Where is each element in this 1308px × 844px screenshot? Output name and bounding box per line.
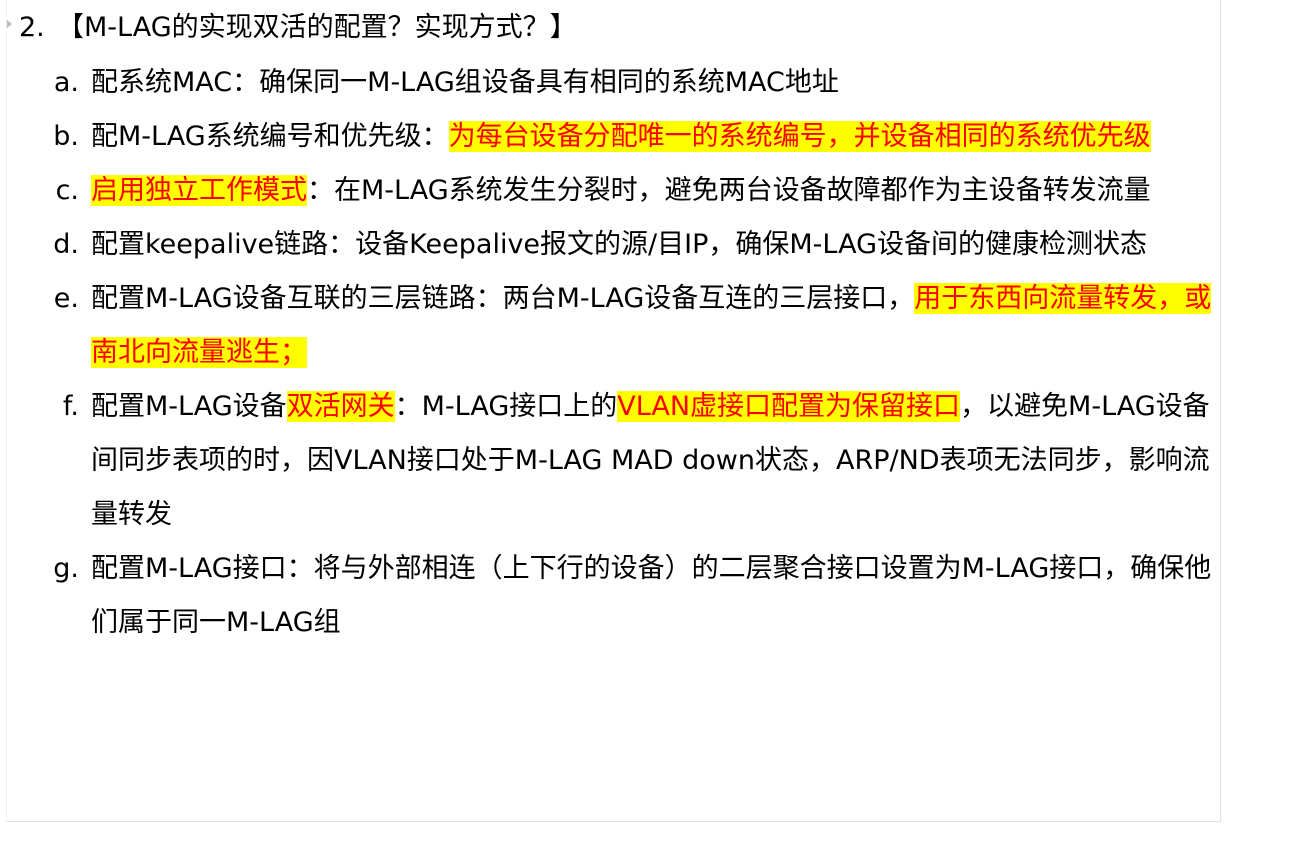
list-item: g. 配置M-LAG接口：将与外部相连（上下行的设备）的二层聚合接口设置为M-LA… (7, 542, 1219, 650)
list-item-text: 配置M-LAG设备互联的三层链路：两台M-LAG设备互连的三层接口， (91, 283, 915, 314)
highlighted-text: 双活网关 (286, 391, 395, 422)
list-item: b. 配M-LAG系统编号和优先级：为每台设备分配唯一的系统编号，并设备相同的系统… (7, 110, 1219, 164)
list-item-text: ：M-LAG接口上的 (394, 391, 618, 422)
list-item: c. 启用独立工作模式：在M-LAG系统发生分裂时，避免两台设备故障都作为主设备转… (7, 164, 1219, 218)
list-item-marker: g. (53, 553, 79, 584)
list-item-marker: e. (53, 283, 79, 314)
list-item-marker: f. (62, 391, 79, 422)
list-item-text: ：在M-LAG系统发生分裂时，避免两台设备故障都作为主设备转发流量 (307, 175, 1151, 206)
list-item-marker: b. (53, 121, 79, 152)
list-item-marker: c. (55, 175, 79, 206)
list-item: e. 配置M-LAG设备互联的三层链路：两台M-LAG设备互连的三层接口，用于东西… (7, 272, 1219, 380)
highlighted-text: 启用独立工作模式 (91, 175, 307, 206)
list-item-text: 配置M-LAG设备 (91, 391, 287, 422)
list-item-text: 配置keepalive链路：设备Keepalive报文的源/目IP，确保M-LA… (91, 229, 1147, 260)
heading-number: 2. (19, 12, 45, 43)
list-item: f. 配置M-LAG设备双活网关：M-LAG接口上的VLAN虚接口配置为保留接口，… (7, 380, 1219, 542)
config-list: a. 配系统MAC：确保同一M-LAG组设备具有相同的系统MAC地址 b. 配M-LA… (7, 56, 1222, 650)
section-heading: 2. 【M-LAG的实现双活的配置？实现方式？】 (19, 6, 577, 50)
list-item-text: 配置M-LAG接口：将与外部相连（上下行的设备）的二层聚合接口设置为M-LAG接… (91, 553, 1212, 638)
list-item-text: 配系统MAC：确保同一M-LAG组设备具有相同的系统MAC地址 (91, 67, 839, 98)
list-item: a. 配系统MAC：确保同一M-LAG组设备具有相同的系统MAC地址 (7, 56, 1219, 110)
heading-text: 【M-LAG的实现双活的配置？实现方式？】 (57, 12, 577, 43)
collapse-caret-icon[interactable] (7, 20, 12, 28)
list-item-text: 配M-LAG系统编号和优先级： (91, 121, 449, 152)
list-item-marker: d. (53, 229, 79, 260)
list-item: d. 配置keepalive链路：设备Keepalive报文的源/目IP，确保M-… (7, 218, 1219, 272)
highlighted-text: 为每台设备分配唯一的系统编号，并设备相同的系统优先级 (448, 121, 1151, 152)
list-item-marker: a. (53, 67, 79, 98)
highlighted-text: VLAN虚接口配置为保留接口 (617, 391, 961, 422)
document-page: 2. 【M-LAG的实现双活的配置？实现方式？】 a. 配系统MAC：确保同一M-L… (6, 0, 1221, 822)
